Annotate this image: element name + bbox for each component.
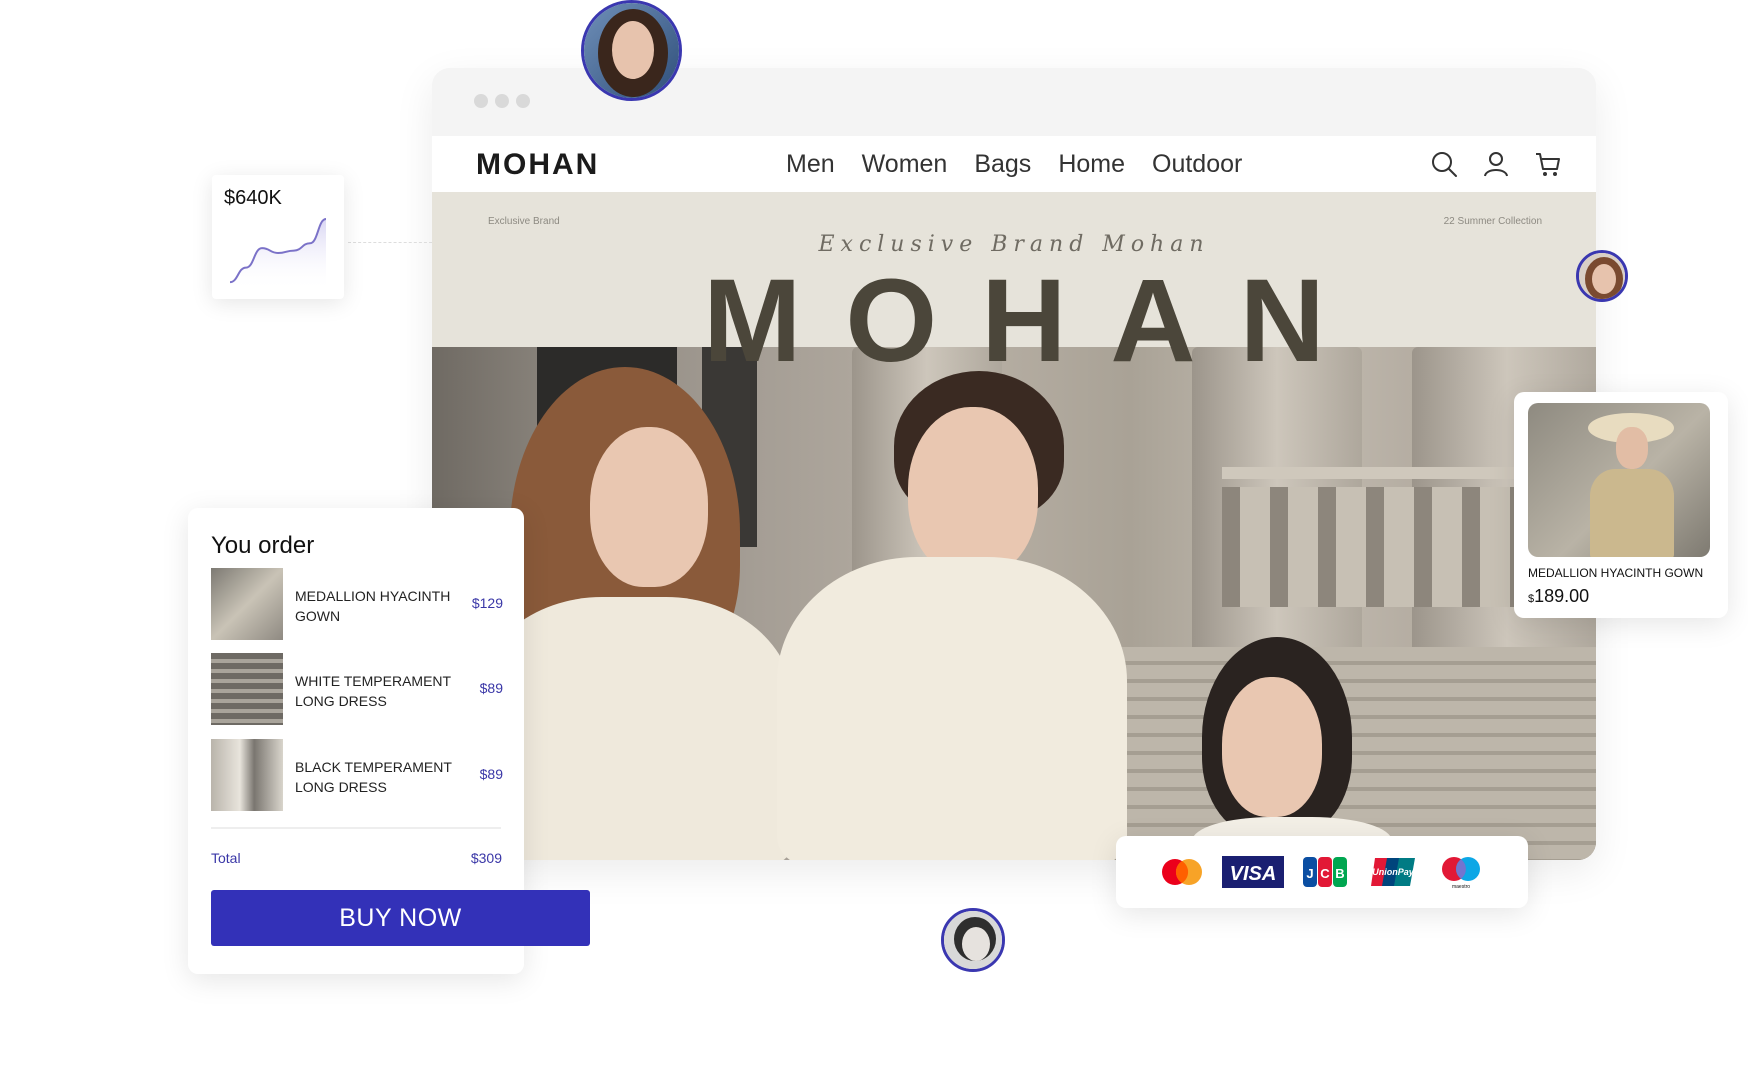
cart-icon[interactable]	[1534, 150, 1562, 178]
menu-item-home[interactable]: Home	[1058, 150, 1125, 179]
main-menu: Men Women Bags Home Outdoor	[786, 150, 1242, 179]
order-item[interactable]: MEDALLION HYACINTH GOWN $129	[211, 568, 503, 640]
window-dot-minimize[interactable]	[495, 94, 509, 108]
visa-icon: VISA	[1222, 856, 1284, 888]
order-item-name: BLACK TEMPERAMENT LONG DRESS	[295, 759, 452, 795]
payment-methods-card: VISA J C B UnionPay maestro	[1116, 836, 1528, 908]
order-item-price: $89	[479, 680, 503, 696]
search-icon[interactable]	[1430, 150, 1458, 178]
sparkline-area	[230, 219, 326, 291]
window-dot-close[interactable]	[474, 94, 488, 108]
product-image	[1528, 403, 1710, 557]
customer-avatar[interactable]	[941, 908, 1005, 972]
order-item-thumbnail	[211, 739, 283, 811]
order-item-name: MEDALLION HYACINTH GOWN	[295, 588, 451, 624]
window-dot-maximize[interactable]	[516, 94, 530, 108]
order-total-value: $309	[470, 850, 502, 866]
unionpay-icon: UnionPay	[1371, 858, 1415, 886]
revenue-card: $640K	[212, 175, 344, 299]
svg-text:B: B	[1335, 866, 1344, 881]
order-item-price: $89	[479, 766, 503, 782]
customer-avatar[interactable]	[581, 0, 682, 101]
svg-text:C: C	[1320, 866, 1330, 881]
revenue-value: $640K	[224, 187, 282, 209]
order-title: You order	[211, 532, 315, 559]
order-total-label: Total	[211, 850, 241, 866]
order-item[interactable]: BLACK TEMPERAMENT LONG DRESS $89	[211, 739, 503, 811]
hero-photo	[432, 347, 1596, 860]
order-item-price: $129	[471, 595, 503, 611]
mastercard-icon	[1162, 859, 1202, 885]
revenue-sparkline	[229, 218, 327, 291]
menu-item-outdoor[interactable]: Outdoor	[1152, 150, 1242, 179]
order-item-thumbnail	[211, 653, 283, 725]
svg-text:J: J	[1306, 866, 1313, 881]
connector-line	[348, 242, 432, 243]
menu-item-women[interactable]: Women	[862, 150, 948, 179]
site-logo[interactable]: MOHAN	[476, 148, 599, 182]
product-price: $189.00	[1528, 586, 1589, 607]
order-item[interactable]: WHITE TEMPERAMENT LONG DRESS $89	[211, 653, 503, 725]
hero-banner: Exclusive Brand 22 Summer Collection Exc…	[432, 192, 1596, 860]
order-item-thumbnail	[211, 568, 283, 640]
jcb-icon: J C B	[1303, 857, 1347, 887]
order-divider	[211, 827, 501, 829]
product-card[interactable]: MEDALLION HYACINTH GOWN $189.00	[1514, 392, 1728, 618]
hero-script-text: Exclusive Brand Mohan	[818, 232, 1210, 257]
user-icon[interactable]	[1482, 150, 1510, 178]
order-item-name: WHITE TEMPERAMENT LONG DRESS	[295, 673, 451, 709]
product-price-value: 189.00	[1534, 586, 1590, 606]
svg-text:UnionPay: UnionPay	[1372, 867, 1415, 877]
customer-avatar[interactable]	[1576, 250, 1628, 302]
browser-window: MOHAN Men Women Bags Home Outdoor Exclus…	[432, 68, 1596, 860]
buy-now-button[interactable]: BUY NOW	[211, 890, 590, 946]
menu-item-men[interactable]: Men	[786, 150, 835, 179]
svg-text:VISA: VISA	[1230, 863, 1277, 885]
maestro-icon: maestro	[1442, 857, 1480, 890]
hero-left-label: Exclusive Brand	[488, 216, 560, 227]
site-navbar: MOHAN Men Women Bags Home Outdoor	[432, 136, 1596, 192]
svg-text:maestro: maestro	[1452, 884, 1470, 890]
hero-right-label: 22 Summer Collection	[1443, 216, 1542, 227]
menu-item-bags[interactable]: Bags	[974, 150, 1031, 179]
product-name: MEDALLION HYACINTH GOWN	[1528, 566, 1704, 580]
hero-title: MOHAN	[703, 255, 1369, 387]
